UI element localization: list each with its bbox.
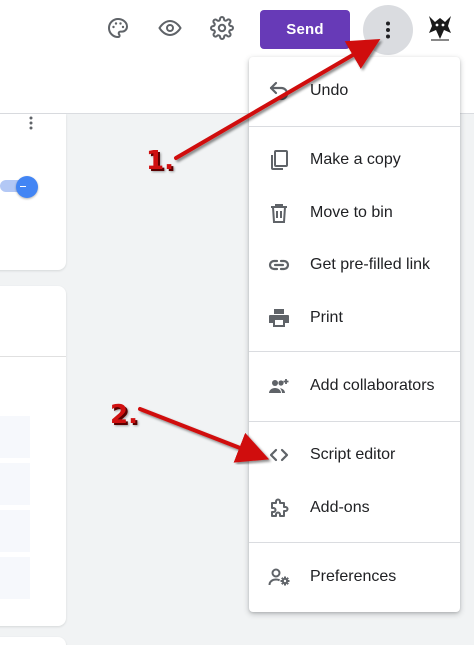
menu-divider (249, 421, 460, 422)
menu-item-label: Add-ons (310, 499, 370, 516)
menu-item-label: Move to bin (310, 204, 393, 221)
menu-item-make-a-copy[interactable]: Make a copy (249, 134, 460, 186)
toggle-switch[interactable] (16, 176, 38, 198)
annotation-step-1: 1. (146, 146, 174, 176)
palette-icon[interactable] (104, 14, 132, 42)
menu-item-add-collaborators[interactable]: Add collaborators (249, 360, 460, 412)
link-icon (267, 253, 291, 277)
menu-divider (249, 351, 460, 352)
menu-item-add-ons[interactable]: Add-ons (249, 482, 460, 534)
more-options-menu: Undo Make a copy Move to bin Get pre-fil… (249, 57, 460, 612)
send-button[interactable]: Send (260, 10, 350, 49)
print-icon (267, 306, 291, 330)
menu-item-label: Preferences (310, 568, 397, 585)
menu-item-preferences[interactable]: Preferences (249, 551, 460, 603)
menu-divider (249, 542, 460, 543)
list-item (0, 463, 30, 505)
copy-icon (267, 148, 291, 172)
gear-icon[interactable] (208, 14, 236, 42)
avatar[interactable] (425, 13, 455, 43)
form-card (0, 637, 66, 645)
eye-icon[interactable] (156, 14, 184, 42)
menu-item-label: Print (310, 309, 343, 326)
menu-item-move-to-bin[interactable]: Move to bin (249, 187, 460, 239)
more-vert-icon[interactable] (26, 116, 36, 130)
menu-item-undo[interactable]: Undo (249, 65, 460, 117)
menu-item-label: Script editor (310, 446, 396, 463)
menu-item-label: Undo (310, 82, 349, 99)
menu-item-label: Get pre-filled link (310, 256, 431, 273)
undo-icon (267, 79, 291, 103)
top-toolbar: Send (0, 0, 474, 62)
card-divider (0, 356, 66, 357)
trash-icon (267, 201, 291, 225)
person-settings-icon (267, 565, 291, 589)
menu-item-get-pre-filled-link[interactable]: Get pre-filled link (249, 239, 460, 291)
more-vert-icon[interactable] (363, 5, 413, 55)
form-card (0, 286, 66, 626)
annotation-arrow-2 (138, 407, 270, 463)
menu-item-label: Add collaborators (310, 377, 435, 394)
menu-item-print[interactable]: Print (249, 292, 460, 344)
annotation-step-2: 2. (110, 400, 138, 430)
menu-divider (249, 126, 460, 127)
add-people-icon (267, 374, 291, 398)
code-icon (267, 443, 291, 467)
list-item (0, 416, 30, 458)
list-item (0, 510, 30, 552)
menu-item-label: Make a copy (310, 151, 401, 168)
puzzle-icon (267, 496, 291, 520)
menu-item-script-editor[interactable]: Script editor (249, 429, 460, 481)
list-item (0, 557, 30, 599)
